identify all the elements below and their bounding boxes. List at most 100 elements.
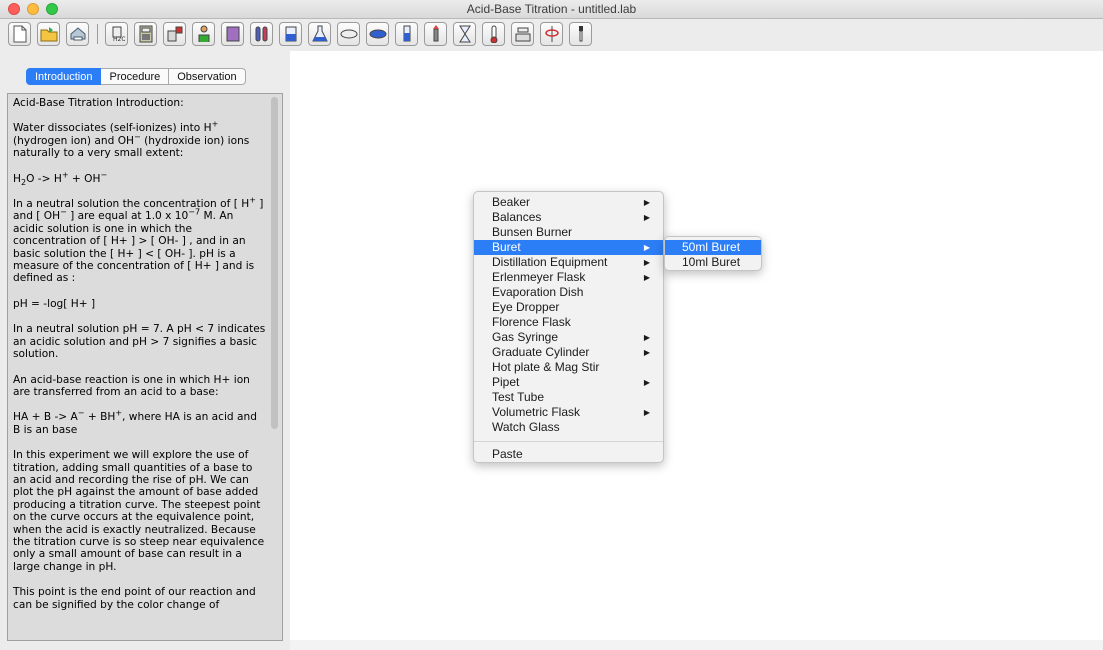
graduated-cylinder-icon bbox=[403, 25, 410, 42]
watch-glass-button[interactable] bbox=[337, 22, 360, 46]
menu-item-distillation-equipment[interactable]: Distillation Equipment ▶ bbox=[474, 255, 663, 270]
svg-text:H2O: H2O bbox=[113, 36, 125, 43]
menu-item-balances[interactable]: Balances ▶ bbox=[474, 210, 663, 225]
menu-item-test-tube[interactable]: Test Tube bbox=[474, 390, 663, 405]
intro-heading: Acid-Base Titration Introduction: bbox=[13, 97, 184, 109]
context-menu: Beaker ▶ Balances ▶ Bunsen Burner Buret ▶ Disti… bbox=[473, 191, 664, 463]
test-tubes-button[interactable] bbox=[250, 22, 273, 46]
canvas-bottom-edge bbox=[290, 640, 1103, 650]
print-button[interactable] bbox=[66, 22, 89, 46]
vertical-scrollbar[interactable] bbox=[271, 97, 278, 429]
menu-item-label: Beaker bbox=[492, 195, 531, 209]
menu-item-erlenmeyer-flask[interactable]: Erlenmeyer Flask ▶ bbox=[474, 270, 663, 285]
submenu-arrow-icon: ▶ bbox=[643, 273, 650, 282]
menu-item-label: Florence Flask bbox=[492, 315, 571, 329]
calculator-button[interactable] bbox=[134, 22, 157, 46]
submenu-arrow-icon: ▶ bbox=[643, 213, 650, 222]
menu-item-label: Balances bbox=[492, 210, 542, 224]
ring-stand-icon bbox=[544, 26, 559, 42]
intro-equation-3: HA + B -> A− + BH+, where HA is an acid … bbox=[13, 408, 257, 436]
container-icon bbox=[226, 26, 239, 42]
introduction-text-area[interactable]: Acid-Base Titration Introduction: Water … bbox=[7, 93, 283, 641]
menu-item-graduate-cylinder[interactable]: Graduate Cylinder ▶ bbox=[474, 345, 663, 360]
chemical-bottle-button[interactable] bbox=[163, 22, 186, 46]
buret-submenu: 50ml Buret 10ml Buret bbox=[664, 236, 762, 271]
menu-item-buret[interactable]: Buret ▶ bbox=[474, 240, 663, 255]
evaporation-dish-icon bbox=[369, 29, 386, 39]
print-icon bbox=[70, 27, 85, 41]
tab-introduction[interactable]: Introduction bbox=[26, 68, 102, 85]
open-button[interactable] bbox=[37, 22, 60, 46]
intro-paragraph-1: Water dissociates (self-ionizes) into H+… bbox=[13, 119, 250, 160]
menu-item-label: Volumetric Flask bbox=[492, 405, 581, 419]
menu-item-label: Graduate Cylinder bbox=[492, 345, 590, 359]
ph-meter-icon: H2O bbox=[112, 26, 125, 43]
menu-item-label: Pipet bbox=[492, 375, 520, 389]
menu-item-florence-flask[interactable]: Florence Flask bbox=[474, 315, 663, 330]
burner-button[interactable] bbox=[424, 22, 447, 46]
menu-item-label: Eye Dropper bbox=[492, 300, 560, 314]
intro-paragraph-5: In this experiment we will explore the u… bbox=[13, 449, 265, 573]
buret-submenu-items: 50ml Buret 10ml Buret bbox=[665, 240, 761, 270]
intro-equation-1: H2O -> H+ + OH− bbox=[13, 170, 108, 187]
ph-meter-button[interactable]: H2O bbox=[105, 22, 128, 46]
tab-procedure[interactable]: Procedure bbox=[101, 68, 170, 85]
menu-item-eye-dropper[interactable]: Eye Dropper bbox=[474, 300, 663, 315]
balance-icon bbox=[515, 27, 530, 42]
menu-item-watch-glass[interactable]: Watch Glass bbox=[474, 420, 663, 435]
ring-stand-button[interactable] bbox=[540, 22, 563, 46]
menu-item-pipet[interactable]: Pipet ▶ bbox=[474, 375, 663, 390]
menu-item-label: Evaporation Dish bbox=[492, 285, 584, 299]
new-document-icon bbox=[13, 25, 26, 43]
graduated-cylinder-button[interactable] bbox=[395, 22, 418, 46]
submenu-item-50ml-buret[interactable]: 50ml Buret bbox=[665, 240, 761, 255]
submenu-arrow-icon: ▶ bbox=[643, 408, 650, 417]
introduction-text: Acid-Base Titration Introduction: Water … bbox=[13, 97, 267, 624]
open-folder-icon bbox=[40, 27, 57, 42]
menu-item-gas-syringe[interactable]: Gas Syringe ▶ bbox=[474, 330, 663, 345]
thermometer-button[interactable] bbox=[482, 22, 505, 46]
menu-item-volumetric-flask[interactable]: Volumetric Flask ▶ bbox=[474, 405, 663, 420]
erlenmeyer-flask-icon bbox=[311, 25, 328, 42]
evaporation-dish-button[interactable] bbox=[366, 22, 389, 46]
toolbar: H2O bbox=[0, 19, 1103, 51]
tab-observation[interactable]: Observation bbox=[169, 68, 246, 85]
submenu-arrow-icon: ▶ bbox=[643, 378, 650, 387]
menu-item-evaporation-dish[interactable]: Evaporation Dish bbox=[474, 285, 663, 300]
hourglass-button[interactable] bbox=[453, 22, 476, 46]
submenu-arrow-icon: ▶ bbox=[643, 333, 650, 342]
submenu-arrow-icon: ▶ bbox=[643, 198, 650, 207]
submenu-arrow-icon: ▶ bbox=[643, 243, 650, 252]
balance-button[interactable] bbox=[511, 22, 534, 46]
submenu-item-10ml-buret[interactable]: 10ml Buret bbox=[665, 255, 761, 270]
thermometer-icon bbox=[490, 25, 497, 43]
menu-item-label: Distillation Equipment bbox=[492, 255, 608, 269]
menu-divider bbox=[474, 441, 663, 442]
scientist-button[interactable] bbox=[192, 22, 215, 46]
menu-item-label: Watch Glass bbox=[492, 420, 560, 434]
toolbar-separator bbox=[97, 24, 98, 44]
tab-bar: Introduction Procedure Observation bbox=[26, 68, 246, 85]
context-menu-items: Beaker ▶ Balances ▶ Bunsen Burner Buret ▶ Disti… bbox=[474, 195, 663, 435]
menu-item-label: Test Tube bbox=[492, 390, 545, 404]
calculator-icon bbox=[139, 25, 152, 43]
menu-item-paste[interactable]: Paste bbox=[474, 447, 663, 462]
menu-item-label: Buret bbox=[492, 240, 521, 254]
intro-paragraph-3: In a neutral solution pH = 7. A pH < 7 i… bbox=[13, 323, 266, 361]
intro-paragraph-4: An acid-base reaction is one in which H+… bbox=[13, 373, 250, 398]
beaker-button[interactable] bbox=[279, 22, 302, 46]
submenu-arrow-icon: ▶ bbox=[643, 348, 650, 357]
menu-item-beaker[interactable]: Beaker ▶ bbox=[474, 195, 663, 210]
watch-glass-icon bbox=[340, 29, 357, 39]
container-button[interactable] bbox=[221, 22, 244, 46]
erlenmeyer-flask-button[interactable] bbox=[308, 22, 331, 46]
window-title: Acid-Base Titration - untitled.lab bbox=[466, 2, 637, 16]
intro-paragraph-2: In a neutral solution the concentration … bbox=[13, 195, 264, 285]
menu-item-bunsen-burner[interactable]: Bunsen Burner bbox=[474, 225, 663, 240]
menu-item-label: Erlenmeyer Flask bbox=[492, 270, 586, 284]
test-tubes-icon bbox=[255, 26, 267, 42]
menu-item-hot-plate-and-mag-stir[interactable]: Hot plate & Mag Stir bbox=[474, 360, 663, 375]
dropper-button[interactable] bbox=[569, 22, 592, 46]
menu-item-label: Bunsen Burner bbox=[492, 225, 573, 239]
new-document-button[interactable] bbox=[8, 22, 31, 46]
